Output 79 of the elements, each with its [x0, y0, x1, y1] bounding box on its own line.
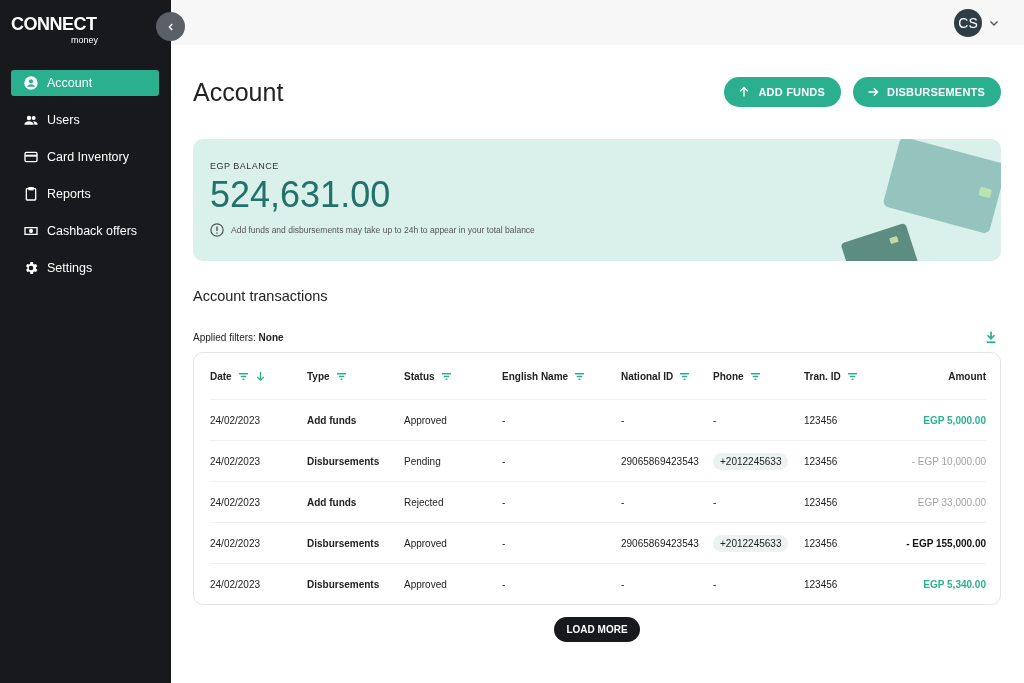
- table-cell-text: 24/02/2023: [210, 537, 262, 549]
- section-title: Account transactions: [193, 288, 329, 304]
- arrow-right-icon: [867, 86, 880, 98]
- table-cell-text: 24/02/2023: [210, 578, 262, 590]
- table-cell-text: -: [621, 496, 626, 508]
- arrow-up-icon: [738, 86, 751, 98]
- column-header[interactable]: English Name: [502, 370, 621, 382]
- table-cell-text: Disbursements: [307, 455, 381, 467]
- amount-cell-text: - EGP 10,000.00: [910, 455, 986, 467]
- user-avatar[interactable]: CS: [954, 8, 982, 37]
- table-cell-text: -: [621, 414, 626, 426]
- table-cell-text: 29065869423543: [621, 537, 700, 549]
- table-cell-text: -: [621, 578, 626, 590]
- reports-icon: [23, 186, 39, 202]
- table-cell-text: Approved: [404, 578, 448, 590]
- table-cell-text: Add funds: [307, 414, 358, 426]
- table-cell-text: 24/02/2023: [210, 496, 262, 508]
- account-icon: [23, 75, 39, 91]
- filter-icon[interactable]: [679, 370, 691, 382]
- column-header[interactable]: Phone: [713, 370, 804, 382]
- alert-icon: [210, 223, 224, 237]
- column-header[interactable]: Type: [307, 370, 404, 382]
- table-cell-text: Rejected: [404, 496, 445, 508]
- sort-down-icon[interactable]: [254, 370, 266, 382]
- amount-cell-text: EGP 5,000.00: [922, 414, 986, 426]
- balance-label: EGP BALANCE: [210, 161, 280, 171]
- column-header[interactable]: Status: [404, 370, 502, 382]
- settings-icon: [23, 260, 39, 276]
- filter-icon[interactable]: [574, 370, 586, 382]
- sidebar-item[interactable]: Reports: [11, 181, 159, 207]
- table-cell-text: -: [502, 537, 507, 549]
- table-cell-text: 123456: [804, 578, 839, 590]
- column-header[interactable]: National ID: [621, 370, 713, 382]
- balance-note: Add funds and disbursements may take up to 24h to appear in your total balance: [231, 225, 535, 235]
- table-cell-text: 123456: [804, 537, 839, 549]
- amount-cell-text: - EGP 155,000.00: [905, 537, 986, 549]
- sidebar-item[interactable]: Users: [11, 107, 159, 133]
- phone-chip: +2012245633: [713, 452, 789, 470]
- amount-cell-text: EGP 33,000.00: [916, 496, 986, 508]
- table-cell-text: 29065869423543: [621, 455, 700, 467]
- load-more-button[interactable]: LOAD MORE: [554, 617, 640, 642]
- table-cell: -: [713, 414, 717, 426]
- table-cell-text: Add funds: [307, 496, 358, 508]
- table-cell-text: 123456: [804, 496, 839, 508]
- table-cell-text: -: [502, 496, 507, 508]
- column-header[interactable]: Amount: [894, 370, 986, 382]
- column-header[interactable]: Tran. ID: [804, 370, 894, 382]
- phone-chip: +2012245633: [713, 534, 789, 552]
- amount-cell-text: EGP 5,340.00: [922, 578, 986, 590]
- table-cell-text: 123456: [804, 455, 839, 467]
- column-header[interactable]: Date: [210, 370, 307, 382]
- filter-icon[interactable]: [335, 370, 347, 382]
- table-cell-text: Disbursements: [307, 537, 381, 549]
- table-cell-text: Approved: [404, 537, 448, 549]
- logo-wordmark: CONNECT: [11, 13, 98, 35]
- table-cell-text: 24/02/2023: [210, 455, 262, 467]
- filter-icon[interactable]: [846, 370, 858, 382]
- table-cell-text: Pending: [404, 455, 442, 467]
- logo-tagline: money: [71, 35, 98, 45]
- table-cell-text: Approved: [404, 414, 448, 426]
- filter-icon[interactable]: [749, 370, 761, 382]
- page-title: Account: [193, 77, 284, 107]
- table-cell-text: Disbursements: [307, 578, 381, 590]
- sidebar-item[interactable]: Card Inventory: [11, 144, 159, 170]
- table-cell: -: [713, 578, 717, 590]
- sidebar-item[interactable]: Settings: [11, 255, 159, 281]
- table-cell-text: 24/02/2023: [210, 414, 262, 426]
- sidebar-item[interactable]: Cashback offers: [11, 218, 159, 244]
- table-cell: -: [713, 496, 717, 508]
- card-icon: [23, 149, 39, 165]
- download-icon[interactable]: [984, 330, 998, 344]
- table-cell-text: -: [502, 455, 507, 467]
- table-cell-text: -: [502, 414, 507, 426]
- table-cell-text: -: [502, 578, 507, 590]
- filter-icon[interactable]: [237, 370, 249, 382]
- applied-filters: Applied filters: None: [193, 331, 284, 343]
- balance-amount: 524,631.00: [210, 175, 392, 215]
- table-cell-text: 123456: [804, 414, 839, 426]
- filter-icon[interactable]: [440, 370, 452, 382]
